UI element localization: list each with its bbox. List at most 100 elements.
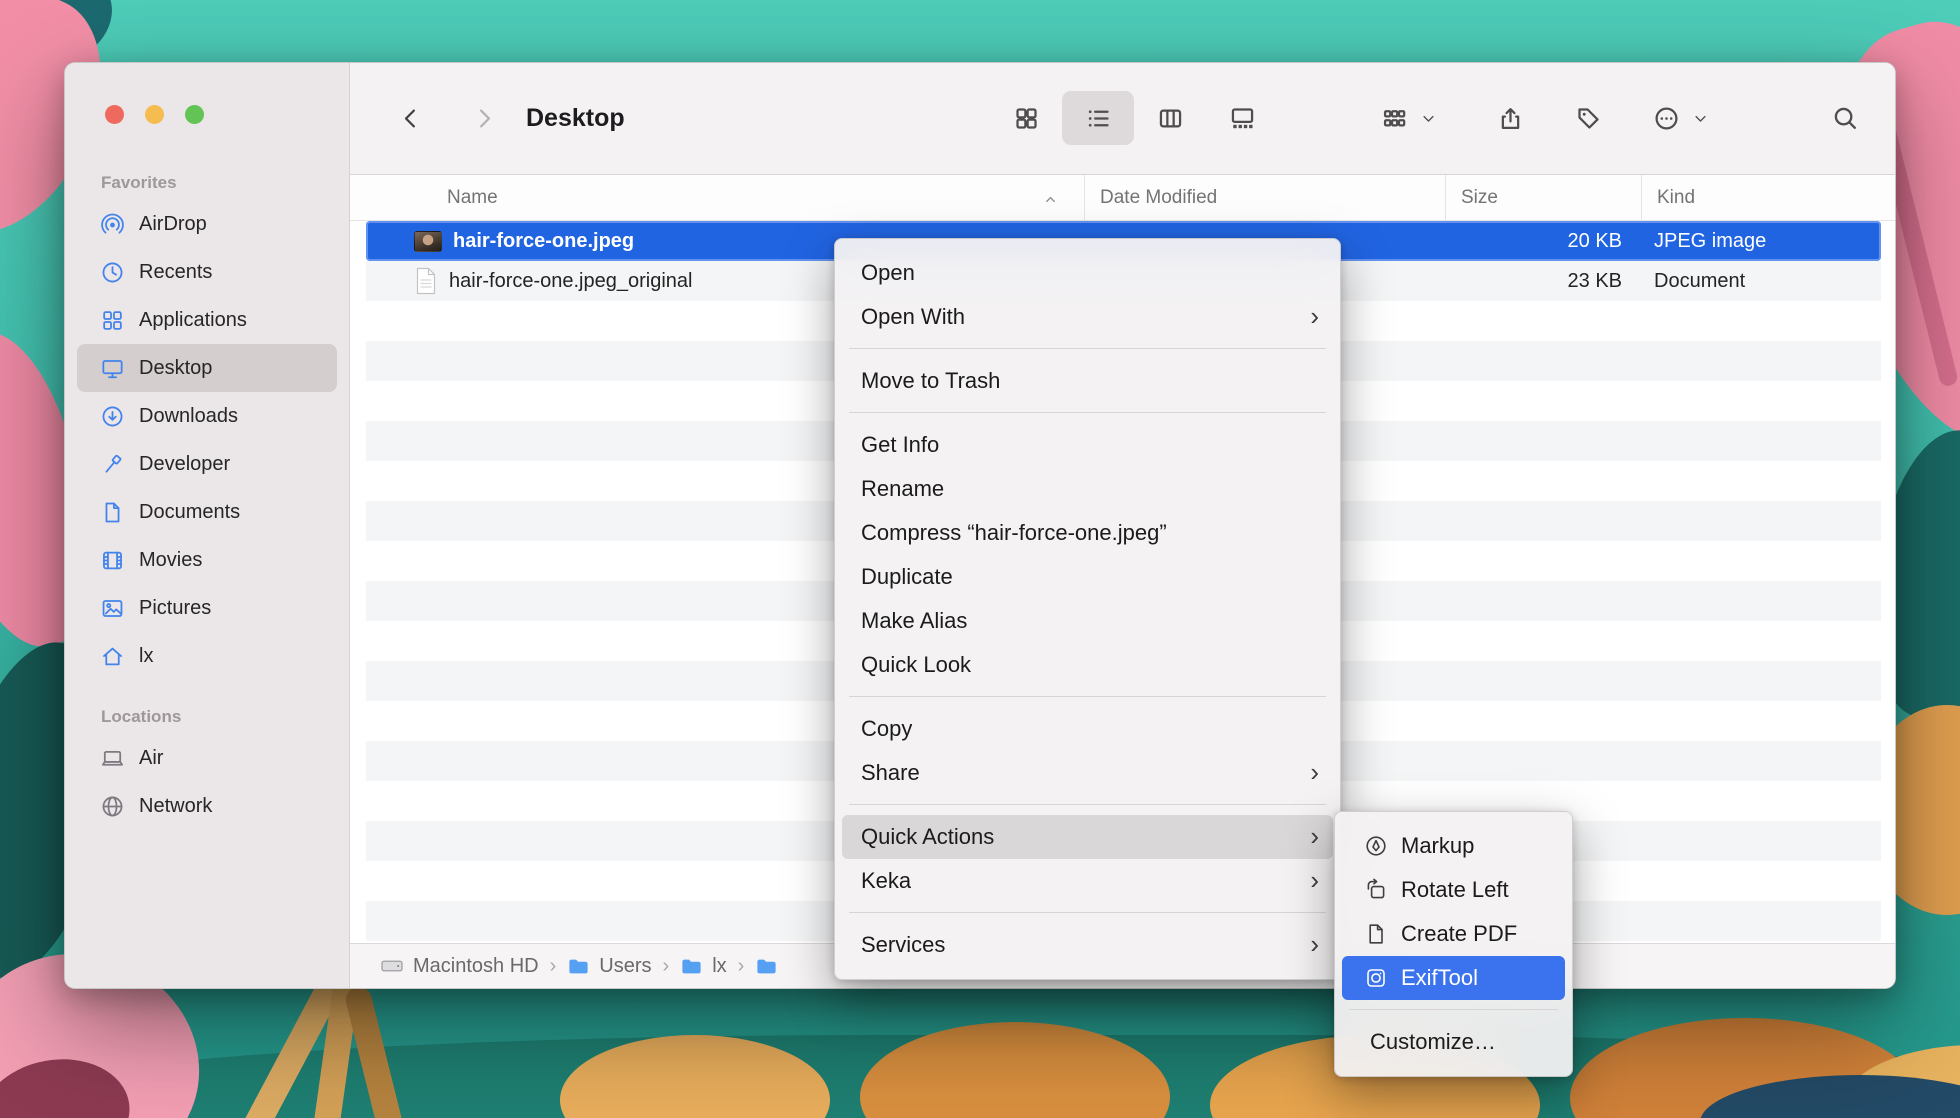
folder-icon [755, 955, 778, 978]
submenu-chevron-icon: › [1310, 759, 1319, 785]
column-header-kind[interactable]: Kind [1641, 175, 1895, 220]
minimize-window-button[interactable] [145, 105, 164, 124]
list-view-button[interactable] [1062, 91, 1134, 145]
back-button[interactable] [388, 96, 432, 140]
sidebar-item-network[interactable]: Network [77, 782, 337, 830]
menu-item-copy[interactable]: Copy [842, 707, 1333, 751]
zoom-window-button[interactable] [185, 105, 204, 124]
sidebar-item-label: Desktop [139, 357, 212, 380]
sidebar-item-label: Developer [139, 453, 230, 476]
list-view-icon [1085, 105, 1112, 132]
path-separator: › [738, 955, 745, 978]
menu-item-open-with[interactable]: Open With› [842, 295, 1333, 339]
icon-view-button[interactable] [990, 91, 1062, 145]
path-item-macintosh-hd[interactable]: Macintosh HD [380, 954, 539, 978]
menu-item-rename[interactable]: Rename [842, 467, 1333, 511]
sidebar-item-developer[interactable]: Developer [77, 440, 337, 488]
column-header-size[interactable]: Size [1445, 175, 1641, 220]
menu-separator [849, 412, 1326, 413]
toolbar: Desktop [350, 63, 1895, 175]
submenu-item-markup[interactable]: Markup [1342, 824, 1565, 868]
menu-item-make-alias[interactable]: Make Alias [842, 599, 1333, 643]
sidebar-section-favorites: Favorites [65, 166, 349, 200]
context-menu: Open Open With› Move to Trash Get Info R… [834, 238, 1341, 980]
gallery-view-icon [1229, 105, 1256, 132]
window-title: Desktop [526, 104, 625, 133]
sidebar-item-label: Applications [139, 309, 247, 332]
submenu-item-customize[interactable]: Customize… [1342, 1020, 1565, 1064]
close-window-button[interactable] [105, 105, 124, 124]
file-name: hair-force-one.jpeg_original [449, 270, 692, 293]
film-icon [99, 547, 125, 573]
more-actions-button[interactable] [1644, 96, 1688, 140]
sidebar-item-air[interactable]: Air [77, 734, 337, 782]
sidebar-item-label: Network [139, 795, 212, 818]
submenu-item-rotate-left[interactable]: Rotate Left [1342, 868, 1565, 912]
sidebar-item-desktop[interactable]: Desktop [77, 344, 337, 392]
column-view-button[interactable] [1134, 91, 1206, 145]
sidebar-item-recents[interactable]: Recents [77, 248, 337, 296]
hard-drive-icon [380, 954, 404, 978]
menu-separator [849, 696, 1326, 697]
sidebar-item-label: Downloads [139, 405, 238, 428]
menu-item-move-to-trash[interactable]: Move to Trash [842, 359, 1333, 403]
file-kind: Document [1641, 270, 1881, 293]
menu-item-quick-actions[interactable]: Quick Actions› [842, 815, 1333, 859]
sidebar-item-label: Documents [139, 501, 240, 524]
menu-item-share[interactable]: Share› [842, 751, 1333, 795]
sidebar-item-label: lx [139, 645, 153, 668]
image-thumbnail-icon [414, 231, 442, 252]
sidebar-item-airdrop[interactable]: AirDrop [77, 200, 337, 248]
ellipsis-circle-icon [1653, 105, 1680, 132]
menu-item-services[interactable]: Services› [842, 923, 1333, 967]
sidebar-item-movies[interactable]: Movies [77, 536, 337, 584]
home-icon [99, 643, 125, 669]
menu-separator [1349, 1009, 1558, 1010]
document-icon [99, 499, 125, 525]
menu-separator [849, 912, 1326, 913]
sidebar-item-label: Movies [139, 549, 202, 572]
sidebar-item-downloads[interactable]: Downloads [77, 392, 337, 440]
search-button[interactable] [1823, 96, 1867, 140]
path-item-lx[interactable]: lx [680, 955, 726, 978]
sidebar-item-label: Air [139, 747, 163, 770]
sidebar-item-lx-home[interactable]: lx [77, 632, 337, 680]
folder-icon [680, 955, 703, 978]
hammer-icon [99, 451, 125, 477]
path-item-users[interactable]: Users [567, 955, 651, 978]
sidebar-item-label: Pictures [139, 597, 211, 620]
submenu-chevron-icon: › [1310, 867, 1319, 893]
path-item-truncated[interactable] [755, 955, 787, 978]
chevron-down-icon [1421, 111, 1436, 126]
airdrop-icon [99, 211, 125, 237]
submenu-item-exiftool[interactable]: ExifTool [1342, 956, 1565, 1000]
menu-item-quick-look[interactable]: Quick Look [842, 643, 1333, 687]
column-header-name[interactable]: Name [350, 175, 1084, 220]
group-by-button[interactable] [1372, 96, 1416, 140]
menu-item-keka[interactable]: Keka› [842, 859, 1333, 903]
share-button[interactable] [1488, 96, 1532, 140]
desktop-screen: Favorites AirDrop Recents Applications [0, 0, 1960, 1118]
sidebar-item-documents[interactable]: Documents [77, 488, 337, 536]
menu-item-duplicate[interactable]: Duplicate [842, 555, 1333, 599]
column-header-date-modified[interactable]: Date Modified [1084, 175, 1445, 220]
forward-button[interactable] [462, 96, 506, 140]
file-size: 20 KB [1445, 230, 1641, 253]
menu-item-get-info[interactable]: Get Info [842, 423, 1333, 467]
path-separator: › [550, 955, 557, 978]
submenu-item-create-pdf[interactable]: Create PDF [1342, 912, 1565, 956]
pdf-document-icon [1363, 921, 1389, 947]
sidebar-item-applications[interactable]: Applications [77, 296, 337, 344]
search-icon [1831, 104, 1859, 132]
menu-item-compress[interactable]: Compress “hair-force-one.jpeg” [842, 511, 1333, 555]
file-size: 23 KB [1445, 270, 1641, 293]
chevron-down-icon [1693, 111, 1708, 126]
gallery-view-button[interactable] [1206, 91, 1278, 145]
sidebar-item-pictures[interactable]: Pictures [77, 584, 337, 632]
sidebar-item-label: Recents [139, 261, 212, 284]
list-column-headers: Name Date Modified Size Kind [350, 175, 1895, 221]
submenu-chevron-icon: › [1310, 823, 1319, 849]
menu-item-open[interactable]: Open [842, 251, 1333, 295]
quick-actions-submenu: Markup Rotate Left Create PDF ExifTool C… [1334, 811, 1573, 1077]
tags-button[interactable] [1566, 96, 1610, 140]
